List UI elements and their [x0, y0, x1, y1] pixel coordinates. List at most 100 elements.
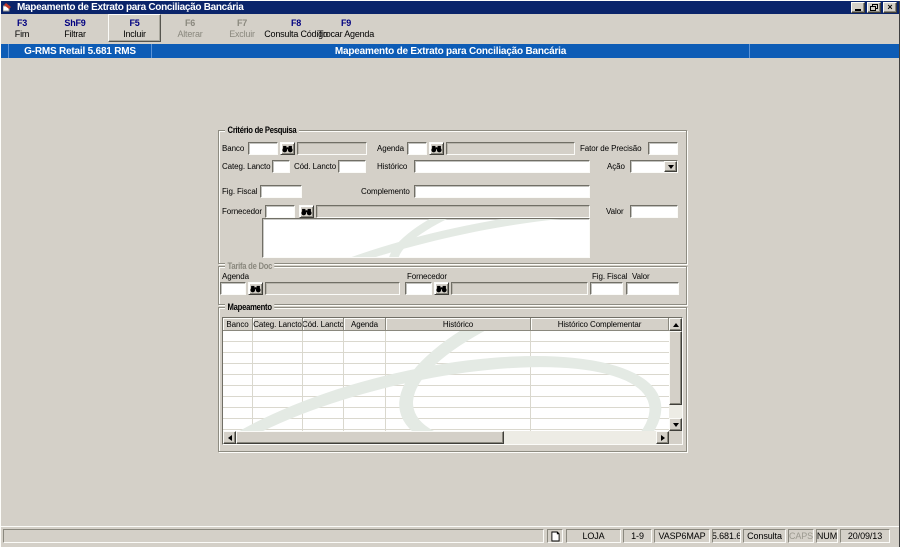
criteria-acao-dropdown-button[interactable]: [664, 161, 677, 172]
watermark-swoosh: [378, 331, 669, 431]
binoculars-icon: [301, 208, 312, 215]
criteria-complemento-input[interactable]: [414, 185, 590, 198]
scroll-down-button[interactable]: [669, 418, 682, 431]
document-icon: [550, 531, 560, 541]
action-label: Incluir: [123, 28, 146, 39]
binoculars-icon: [436, 285, 447, 292]
window-titlebar: Mapeamento de Extrato para Conciliação B…: [1, 1, 899, 14]
tarifa-fig-fiscal-label: Fig. Fiscal: [592, 272, 628, 281]
criteria-agenda-description-field: [446, 142, 575, 155]
statusbar-caps-indicator: CAPS: [788, 529, 814, 543]
criteria-acao-select[interactable]: [630, 160, 678, 173]
form-area: Critério de Pesquisa Banco Agenda Fator …: [0, 58, 900, 526]
grid-horizontal-scrollbar[interactable]: [223, 431, 669, 444]
scroll-up-button[interactable]: [669, 318, 682, 331]
criteria-results-list[interactable]: [262, 218, 590, 258]
valor-label: Valor: [606, 207, 624, 216]
minimize-button[interactable]: [851, 2, 865, 13]
tarifa-group-title: Tarifa de Doc: [225, 261, 275, 271]
tarifa-agenda-label: Agenda: [222, 272, 249, 281]
criteria-fornecedor-description-field: [316, 205, 590, 218]
chevron-down-icon: [667, 164, 674, 169]
statusbar: LOJA 1-9 VASP6MAP 5.681.6 Consulta CAPS …: [1, 526, 899, 547]
action-label: Trocar Agenda: [317, 28, 375, 39]
tarifa-fornecedor-description-field: [451, 282, 588, 295]
tarifa-agenda-lookup-button[interactable]: [248, 282, 263, 295]
fornecedor-label: Fornecedor: [222, 207, 262, 216]
criteria-banco-lookup-button[interactable]: [280, 142, 295, 155]
criteria-fornecedor-lookup-button[interactable]: [299, 205, 314, 218]
agenda-label: Agenda: [377, 144, 404, 153]
function-key-label: F8: [290, 17, 302, 28]
criteria-valor-input[interactable]: [630, 205, 678, 218]
fig-fiscal-label: Fig. Fiscal: [222, 187, 258, 196]
function-key-label: F6: [184, 17, 196, 28]
binoculars-icon: [431, 145, 442, 152]
grid-rows-area[interactable]: [223, 331, 669, 431]
criteria-banco-input[interactable]: [248, 142, 278, 155]
tarifa-fornecedor-input[interactable]: [405, 282, 432, 295]
grid-header-historico-complementar[interactable]: Histórico Complementar: [531, 318, 669, 331]
criteria-banco-description-field: [297, 142, 367, 155]
action-label: Filtrar: [64, 28, 86, 39]
grid-header-banco[interactable]: Banco: [223, 318, 253, 331]
tarifa-valor-input[interactable]: [626, 282, 679, 295]
horizontal-scroll-thumb[interactable]: [236, 431, 504, 444]
criteria-group-title: Critério de Pesquisa: [225, 125, 299, 135]
arrow-down-icon: [672, 422, 679, 427]
action-label: Alterar: [177, 28, 203, 39]
vertical-scroll-thumb[interactable]: [669, 331, 682, 405]
statusbar-message-panel: [3, 529, 544, 543]
fator-precisao-label: Fator de Precisão: [580, 144, 642, 153]
tarifa-fornecedor-label: Fornecedor: [407, 272, 447, 281]
criteria-fator-precisao-input[interactable]: [648, 142, 678, 155]
statusbar-num-indicator: NUM: [816, 529, 838, 543]
categ-lancto-label: Categ. Lancto: [222, 162, 271, 171]
cod-lancto-label: Cód. Lancto: [294, 162, 337, 171]
grid-column-separator: [252, 331, 253, 431]
toolbar-button-f9-trocar-agenda[interactable]: F9 Trocar Agenda: [313, 14, 379, 42]
statusbar-date-panel: 20/09/13: [840, 529, 890, 543]
scroll-left-button[interactable]: [223, 431, 236, 444]
action-label: Fim: [14, 28, 30, 39]
tarifa-fornecedor-lookup-button[interactable]: [434, 282, 449, 295]
binoculars-icon: [282, 145, 293, 152]
banco-label: Banco: [222, 144, 245, 153]
toolbar-button-f6-alterar: F6 Alterar: [165, 14, 215, 42]
tarifa-fig-fiscal-input[interactable]: [590, 282, 623, 295]
function-key-label: F9: [340, 17, 352, 28]
mapeamento-grid[interactable]: Banco Categ. Lancto Cód. Lancto Agenda H…: [222, 317, 683, 445]
function-key-label: F3: [16, 17, 28, 28]
grid-vertical-scrollbar[interactable]: [669, 318, 682, 431]
binoculars-icon: [250, 285, 261, 292]
grid-header-categ-lancto[interactable]: Categ. Lancto: [253, 318, 303, 331]
header-app-version: G-RMS Retail 5.681 RMS: [24, 45, 136, 57]
grid-header-cod-lancto[interactable]: Cód. Lancto: [303, 318, 344, 331]
toolbar: F3 Fim ShF9 Filtrar F5 Incluir F6 Altera…: [1, 14, 899, 44]
action-label: Excluir: [229, 28, 255, 39]
arrow-up-icon: [672, 322, 679, 327]
toolbar-button-f7-excluir: F7 Excluir: [217, 14, 267, 42]
close-button[interactable]: ×: [883, 2, 897, 13]
criteria-historico-input[interactable]: [414, 160, 590, 173]
toolbar-button-shf9-filtrar[interactable]: ShF9 Filtrar: [47, 14, 103, 42]
tarifa-valor-label: Valor: [632, 272, 650, 281]
criteria-agenda-lookup-button[interactable]: [429, 142, 444, 155]
criteria-cod-lancto-input[interactable]: [338, 160, 366, 173]
toolbar-button-f5-incluir[interactable]: F5 Incluir: [108, 14, 161, 42]
grid-header-historico[interactable]: Histórico: [386, 318, 531, 331]
tarifa-agenda-input[interactable]: [220, 282, 246, 295]
grid-header-agenda[interactable]: Agenda: [344, 318, 386, 331]
header-screen-title: Mapeamento de Extrato para Conciliação B…: [334, 45, 567, 57]
criteria-categ-lancto-input[interactable]: [272, 160, 290, 173]
scroll-right-button[interactable]: [656, 431, 669, 444]
function-key-label: F7: [236, 17, 248, 28]
toolbar-button-f3-fim[interactable]: F3 Fim: [1, 14, 43, 42]
app-header-bar: G-RMS Retail 5.681 RMS Mapeamento de Ext…: [1, 44, 899, 58]
mapeamento-group-title: Mapeamento: [225, 302, 275, 312]
criteria-fig-fiscal-input[interactable]: [260, 185, 302, 198]
criteria-fornecedor-input[interactable]: [265, 205, 295, 218]
restore-button[interactable]: [867, 2, 881, 13]
criteria-agenda-input[interactable]: [407, 142, 427, 155]
statusbar-version-panel: 5.681.6: [712, 529, 741, 543]
